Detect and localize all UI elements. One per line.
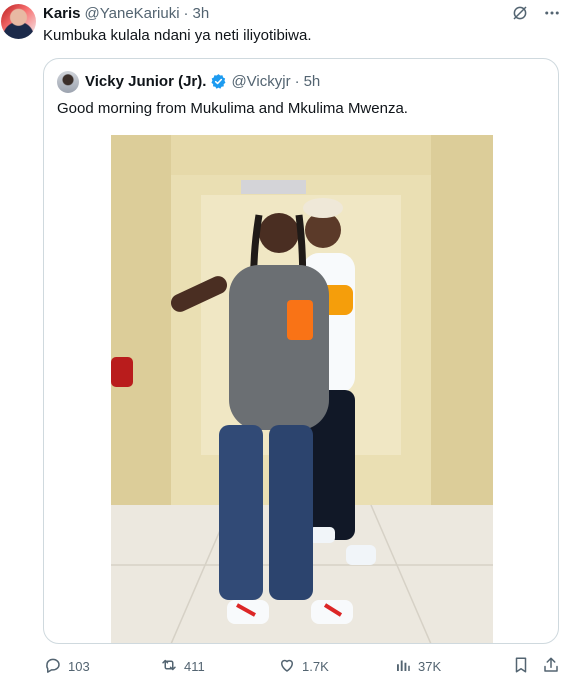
quoted-author-handle[interactable]: @Vickyjr (231, 73, 290, 90)
quoted-tweet[interactable]: Vicky Junior (Jr). @Vickyjr · 5h Good mo… (43, 58, 559, 644)
retweet-icon (160, 656, 178, 677)
share-icon (542, 656, 560, 677)
like-button[interactable]: 1.7K (278, 656, 329, 677)
retweet-button[interactable]: 411 (160, 656, 205, 677)
top-actions (511, 4, 561, 22)
separator-dot: · (183, 5, 189, 22)
share-button[interactable] (542, 656, 560, 677)
tweet-photo[interactable] (111, 135, 493, 643)
heart-icon (278, 656, 296, 677)
author-name[interactable]: Karis (43, 5, 81, 22)
bookmark-icon (512, 656, 530, 677)
quoted-author-name[interactable]: Vicky Junior (Jr). (85, 73, 206, 90)
tweet[interactable]: Karis @YaneKariuki · 3h Kumbuka kulala n… (0, 0, 581, 688)
views-icon (394, 656, 412, 677)
bookmark-button[interactable] (512, 656, 530, 677)
views-count: 37K (418, 659, 442, 674)
views-button[interactable]: 37K (394, 656, 441, 677)
like-count: 1.7K (302, 659, 329, 674)
grok-icon[interactable] (511, 4, 529, 22)
author-handle[interactable]: @YaneKariuki (85, 5, 180, 22)
tweet-actions: 103 411 1.7K 37K (0, 656, 581, 680)
quoted-author-avatar[interactable] (57, 71, 79, 93)
tweet-time[interactable]: 3h (193, 5, 210, 22)
quoted-tweet-time[interactable]: 5h (304, 73, 321, 90)
reply-count: 103 (68, 659, 90, 674)
tweet-header: Karis @YaneKariuki · 3h (43, 5, 209, 22)
reply-icon (44, 656, 62, 677)
quoted-separator-dot: · (294, 73, 300, 90)
more-icon[interactable] (543, 4, 561, 22)
author-avatar[interactable] (1, 4, 36, 39)
reply-button[interactable]: 103 (44, 656, 90, 677)
tweet-text: Kumbuka kulala ndani ya neti iliyotibiwa… (43, 27, 312, 44)
verified-badge-icon (210, 73, 227, 90)
quoted-tweet-header: Vicky Junior (Jr). @Vickyjr · 5h (85, 73, 320, 90)
retweet-count: 411 (184, 659, 205, 674)
quoted-tweet-text: Good morning from Mukulima and Mkulima M… (57, 100, 408, 117)
